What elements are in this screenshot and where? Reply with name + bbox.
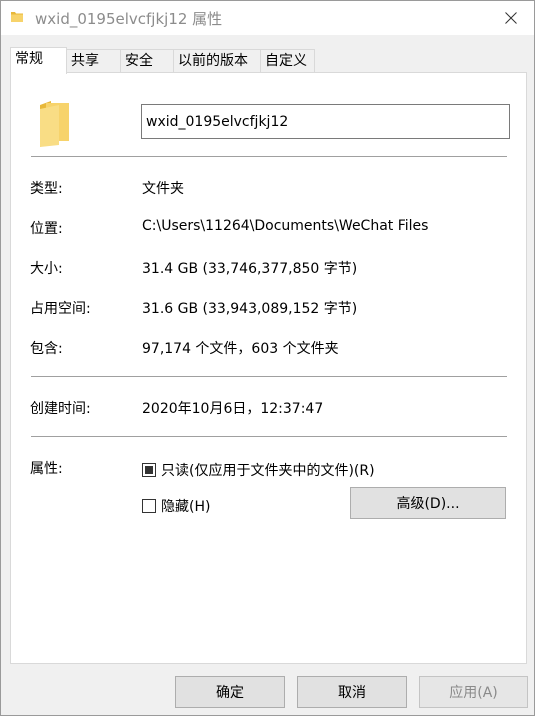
hidden-label[interactable]: 隐藏(H) (161, 496, 210, 516)
location-label: 位置: (30, 221, 63, 237)
tab-general[interactable]: 常规 (10, 47, 67, 74)
type-value[interactable]: 文件夹 (142, 178, 184, 198)
contains-value[interactable]: 97,174 个文件，603 个文件夹 (142, 338, 339, 358)
cancel-button[interactable]: 取消 (297, 676, 407, 708)
readonly-label[interactable]: 只读(仅应用于文件夹中的文件)(R) (161, 460, 375, 480)
tab-security[interactable]: 安全 (120, 49, 174, 74)
readonly-checkbox[interactable] (142, 463, 156, 477)
created-label: 创建时间: (30, 401, 91, 417)
ok-button[interactable]: 确定 (175, 676, 285, 708)
folder-icon (40, 101, 69, 147)
size-label: 大小: (30, 261, 63, 277)
general-panel: 类型: 文件夹 位置: C:\Users\11264\Documents\WeC… (10, 72, 527, 664)
hidden-checkbox[interactable] (142, 499, 156, 513)
size-on-disk-label: 占用空间: (30, 301, 91, 317)
tab-customize[interactable]: 自定义 (260, 49, 315, 74)
location-value[interactable]: C:\Users\11264\Documents\WeChat Files (142, 218, 428, 234)
created-value[interactable]: 2020年10月6日，12:37:47 (142, 398, 323, 418)
tab-previous-versions[interactable]: 以前的版本 (173, 49, 261, 74)
close-button[interactable] (488, 1, 534, 35)
title-bar[interactable]: wxid_0195elvcfjkj12 属性 (1, 1, 534, 35)
attributes-label: 属性: (30, 461, 63, 477)
size-value[interactable]: 31.4 GB (33,746,377,850 字节) (142, 258, 357, 278)
advanced-button[interactable]: 高级(D)... (350, 487, 506, 519)
apply-button[interactable]: 应用(A) (419, 676, 528, 708)
folder-name-input[interactable] (141, 104, 510, 139)
separator (31, 156, 507, 157)
tab-sharing[interactable]: 共享 (66, 49, 121, 74)
tab-strip: 常规 共享 安全 以前的版本 自定义 (10, 47, 526, 74)
folder-icon (11, 12, 23, 22)
separator (31, 436, 507, 437)
properties-window: wxid_0195elvcfjkj12 属性 常规 共享 安全 以前的版本 自定… (0, 0, 535, 716)
separator (31, 376, 507, 377)
window-title: wxid_0195elvcfjkj12 属性 (35, 10, 223, 28)
type-label: 类型: (30, 181, 63, 197)
contains-label: 包含: (30, 341, 63, 357)
size-on-disk-value[interactable]: 31.6 GB (33,943,089,152 字节) (142, 298, 357, 318)
close-icon (505, 12, 517, 24)
